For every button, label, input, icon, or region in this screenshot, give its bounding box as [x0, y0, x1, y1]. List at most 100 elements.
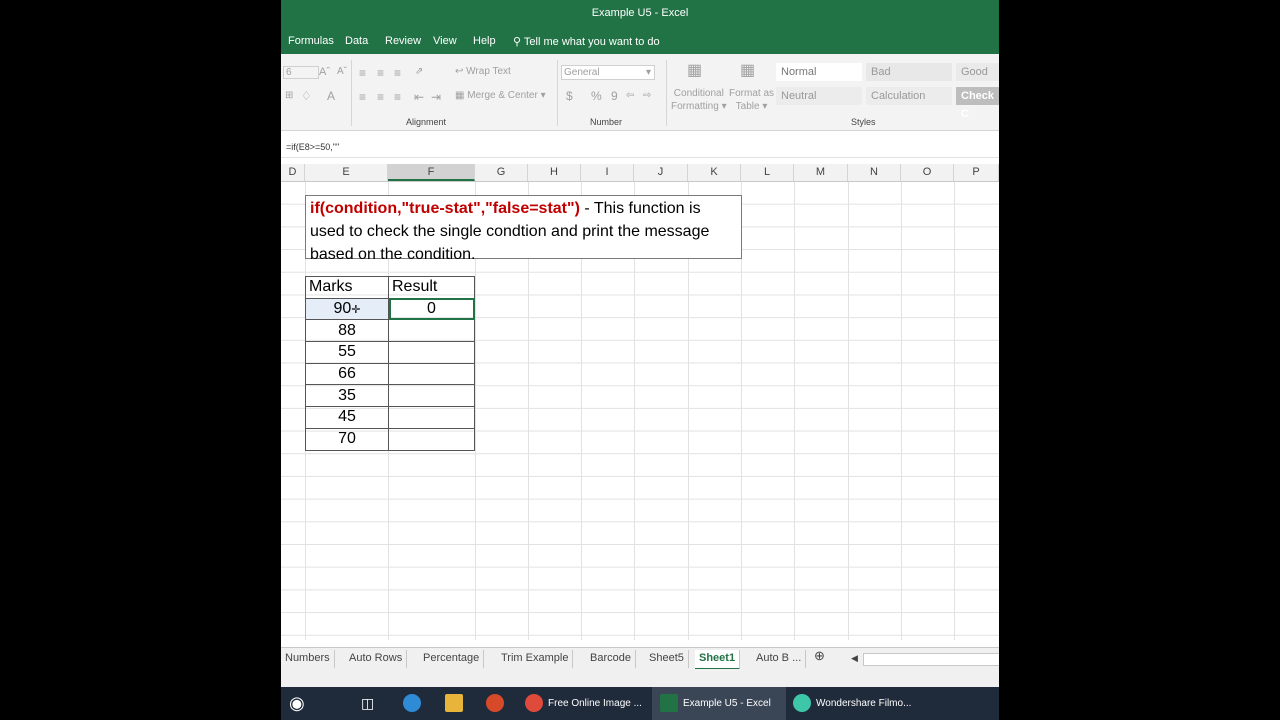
orientation-icon[interactable]: ⇗ [415, 66, 423, 77]
decrease-decimal-icon[interactable]: ⇨ [643, 90, 651, 101]
title-bar: Example U5 - Excel [281, 0, 999, 28]
merge-center-button[interactable]: ▦ Merge & Center ▾ [455, 90, 546, 101]
tell-me-search[interactable]: ⚲ Tell me what you want to do [513, 35, 660, 48]
marks-cell[interactable]: 90✛ [305, 297, 389, 321]
col-header-e[interactable]: E [305, 164, 388, 181]
currency-button[interactable]: $ [566, 89, 573, 103]
style-check-cell[interactable]: Check C [956, 87, 999, 120]
style-good[interactable]: Good [956, 63, 999, 81]
marks-cell[interactable]: 35 [305, 384, 389, 408]
col-header-g[interactable]: G [475, 164, 528, 181]
middle-align-icon[interactable]: ≡ [377, 66, 384, 80]
col-header-n[interactable]: N [848, 164, 901, 181]
sheet-tab-sheet5[interactable]: Sheet5 [645, 650, 689, 668]
horizontal-scrollbar[interactable] [863, 653, 999, 666]
col-header-d[interactable]: D [281, 164, 305, 181]
col-header-o[interactable]: O [901, 164, 954, 181]
format-as-table-line1: Format as [729, 88, 775, 99]
taskbar-filmora[interactable]: Wondershare Filmo... [793, 687, 933, 720]
sheet-tab-numbers[interactable]: Numbers [281, 650, 335, 668]
comma-button[interactable]: 9 [611, 89, 618, 103]
decrease-font-icon[interactable]: Aˇ [337, 66, 347, 77]
col-header-j[interactable]: J [634, 164, 688, 181]
sheet-tab-auto-b[interactable]: Auto B ... [752, 650, 807, 668]
menu-view[interactable]: View [433, 35, 457, 47]
table-header-row: Marks Result [305, 276, 475, 299]
result-cell[interactable] [388, 406, 475, 429]
align-left-icon[interactable]: ≡ [359, 90, 366, 104]
menu-review[interactable]: Review [385, 35, 421, 47]
table-row: 90✛ 0 [305, 297, 475, 321]
result-cell[interactable] [388, 319, 475, 343]
sheet-tab-barcode[interactable]: Barcode [586, 650, 636, 668]
style-neutral[interactable]: Neutral [776, 87, 862, 105]
top-align-icon[interactable]: ≡ [359, 66, 366, 80]
marks-header[interactable]: Marks [305, 276, 389, 299]
column-headers: D E F G H I J K L M N O P [281, 164, 999, 182]
file-explorer-icon[interactable] [445, 687, 468, 720]
edge-icon[interactable] [403, 687, 426, 720]
style-normal[interactable]: Normal [776, 63, 862, 81]
taskbar-excel[interactable]: Example U5 - Excel [652, 687, 786, 720]
col-header-l[interactable]: L [741, 164, 794, 181]
increase-font-icon[interactable]: Aˆ [319, 66, 330, 78]
sheet-tab-trim-example[interactable]: Trim Example [497, 650, 574, 668]
result-cell[interactable] [388, 341, 475, 364]
sheet-tab-auto-rows[interactable]: Auto Rows [345, 650, 408, 668]
borders-icon[interactable]: ⊞ [285, 90, 293, 101]
marks-cell[interactable]: 45 [305, 406, 389, 429]
wrap-text-button[interactable]: ↩ Wrap Text [455, 66, 511, 77]
result-cell-active[interactable]: 0 [388, 297, 475, 321]
increase-decimal-icon[interactable]: ⇦ [626, 90, 634, 101]
formula-bar[interactable]: =if(E8>=50,"" [281, 137, 999, 158]
col-header-m[interactable]: M [794, 164, 848, 181]
increase-indent-icon[interactable]: ⇥ [431, 90, 441, 104]
sheet-tab-percentage[interactable]: Percentage [419, 650, 485, 668]
col-header-f[interactable]: F [388, 164, 475, 181]
menu-help[interactable]: Help [473, 35, 496, 47]
number-format-select[interactable]: General ▾ [561, 65, 655, 80]
format-as-table-button[interactable]: Format as Table ▾ [729, 87, 774, 113]
chrome-icon [525, 694, 543, 713]
col-header-k[interactable]: K [688, 164, 741, 181]
conditional-formatting-icon: ▦ [687, 62, 703, 79]
table-row: 70 [305, 427, 475, 451]
result-cell[interactable] [388, 427, 475, 451]
scroll-left-icon[interactable]: ◀ [847, 650, 862, 668]
col-header-h[interactable]: H [528, 164, 581, 181]
col-header-i[interactable]: I [581, 164, 634, 181]
font-size-box[interactable]: 6 [283, 66, 319, 79]
percent-button[interactable]: % [591, 89, 602, 103]
marks-cell[interactable]: 55 [305, 341, 389, 364]
style-calculation[interactable]: Calculation [866, 87, 952, 105]
table-row: 66 [305, 362, 475, 386]
taskbar-chrome[interactable]: Free Online Image ... [525, 687, 647, 720]
bottom-align-icon[interactable]: ≡ [394, 66, 401, 80]
marks-cell[interactable]: 88 [305, 319, 389, 343]
align-right-icon[interactable]: ≡ [394, 90, 401, 104]
marks-cell[interactable]: 66 [305, 362, 389, 386]
fill-color-icon[interactable]: ♢ [301, 89, 312, 103]
marks-cell[interactable]: 70 [305, 427, 389, 451]
align-center-icon[interactable]: ≡ [377, 90, 384, 104]
add-sheet-icon[interactable]: ⊕ [810, 648, 829, 666]
start-icon[interactable]: ◉ [289, 687, 305, 720]
result-header[interactable]: Result [388, 276, 475, 299]
result-cell[interactable] [388, 362, 475, 386]
table-row: 88 [305, 319, 475, 343]
excel-icon [660, 694, 678, 713]
decrease-indent-icon[interactable]: ⇤ [414, 90, 424, 104]
explanation-textbox[interactable]: if(condition,"true-stat","false=stat") -… [305, 195, 742, 263]
menu-data[interactable]: Data [345, 35, 368, 47]
font-color-icon[interactable]: A [327, 89, 335, 103]
taskbar: ◉ ◫ Free Online Image ... Example U5 - E… [281, 687, 999, 720]
conditional-formatting-button[interactable]: Conditional Formatting ▾ [671, 87, 727, 113]
menu-formulas[interactable]: Formulas [288, 35, 334, 47]
app-icon[interactable] [486, 687, 509, 720]
col-header-p[interactable]: P [954, 164, 999, 181]
result-cell[interactable] [388, 384, 475, 408]
taskbar-excel-label: Example U5 - Excel [683, 698, 771, 709]
task-view-icon[interactable]: ◫ [361, 687, 374, 720]
sheet-tab-sheet1[interactable]: Sheet1 [695, 650, 741, 670]
style-bad[interactable]: Bad [866, 63, 952, 81]
